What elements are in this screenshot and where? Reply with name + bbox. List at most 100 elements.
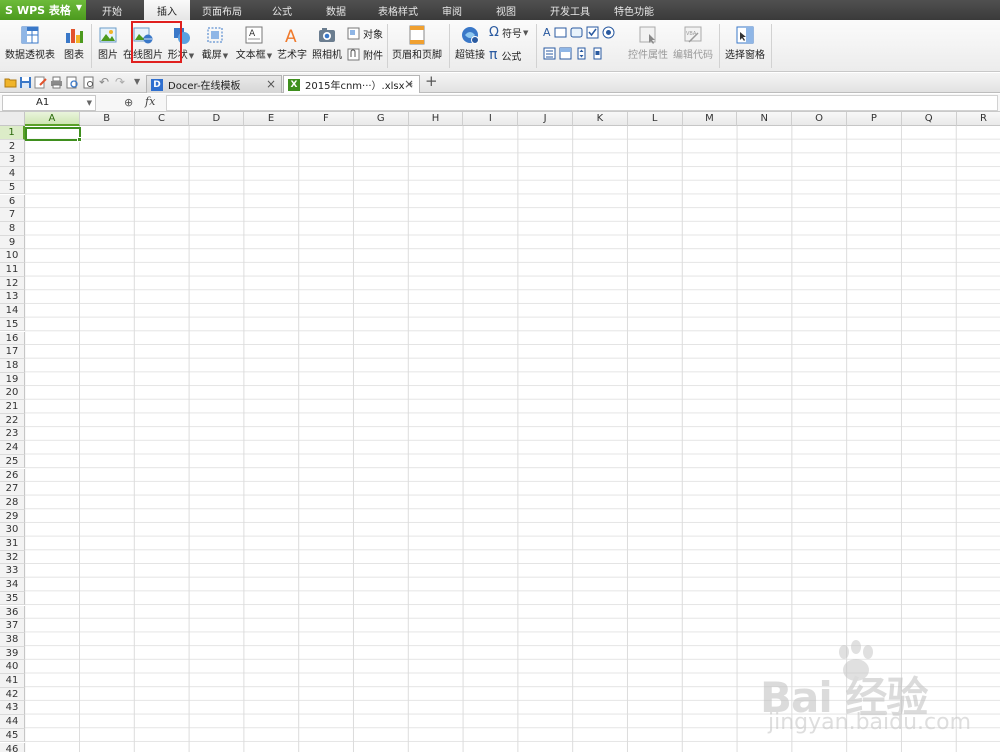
row-header[interactable]: 34 bbox=[0, 578, 25, 592]
row-header[interactable]: 45 bbox=[0, 728, 25, 743]
row-header[interactable]: 46 bbox=[0, 742, 25, 752]
edit-code-button[interactable]: VBA 编辑代码 bbox=[673, 20, 713, 61]
header-footer-button[interactable]: 页眉和页脚 bbox=[392, 20, 442, 61]
doc-tab-workbook[interactable]: X 2015年cnm···）.xlsx * × bbox=[283, 75, 420, 93]
row-header[interactable]: 36 bbox=[0, 605, 25, 620]
row-header[interactable]: 23 bbox=[0, 427, 25, 442]
column-header[interactable]: N bbox=[737, 112, 793, 126]
row-header[interactable]: 21 bbox=[0, 400, 25, 414]
row-header[interactable]: 25 bbox=[0, 454, 25, 469]
tab-page-layout[interactable]: 页面布局 bbox=[192, 0, 252, 20]
active-cell[interactable] bbox=[25, 127, 82, 142]
row-header[interactable]: 8 bbox=[0, 221, 25, 236]
row-header[interactable]: 4 bbox=[0, 167, 25, 181]
doc-tab-docer[interactable]: D Docer-在线模板 × bbox=[146, 75, 282, 93]
column-header[interactable]: I bbox=[463, 112, 519, 126]
print-icon[interactable] bbox=[50, 76, 63, 89]
zoom-icon[interactable]: ⊕ bbox=[124, 96, 133, 109]
tab-data[interactable]: 数据 bbox=[316, 0, 356, 20]
column-header[interactable]: B bbox=[79, 112, 135, 126]
close-tab-icon[interactable]: × bbox=[404, 77, 414, 91]
camera-button[interactable]: 照相机 bbox=[312, 20, 342, 61]
column-header[interactable]: H bbox=[408, 112, 464, 126]
pdf-export-icon[interactable] bbox=[82, 76, 95, 89]
tab-developer[interactable]: 开发工具 bbox=[540, 0, 600, 20]
attachment-button[interactable]: 附件 bbox=[347, 47, 383, 62]
tab-insert[interactable]: 插入 bbox=[144, 0, 190, 20]
textbox-button[interactable]: A 文本框▼ bbox=[234, 20, 274, 61]
row-header[interactable]: 44 bbox=[0, 715, 25, 729]
redo-icon[interactable]: ↷ bbox=[115, 76, 128, 89]
row-header[interactable]: 13 bbox=[0, 290, 25, 305]
row-header[interactable]: 40 bbox=[0, 660, 25, 674]
column-header[interactable]: L bbox=[627, 112, 683, 126]
formula-input[interactable] bbox=[166, 95, 998, 111]
function-icon[interactable]: fx bbox=[145, 95, 155, 108]
scrollbar-control-icon[interactable] bbox=[591, 47, 604, 60]
print-preview-icon[interactable] bbox=[66, 76, 79, 89]
row-header[interactable]: 27 bbox=[0, 482, 25, 496]
row-header[interactable]: 16 bbox=[0, 331, 25, 346]
row-header[interactable]: 5 bbox=[0, 180, 25, 195]
row-header[interactable]: 18 bbox=[0, 358, 25, 373]
chevron-down-icon[interactable]: ▼ bbox=[87, 96, 92, 110]
name-box[interactable]: A1 ▼ bbox=[2, 95, 96, 111]
tab-view[interactable]: 视图 bbox=[486, 0, 526, 20]
row-header[interactable]: 30 bbox=[0, 523, 25, 537]
column-header[interactable]: K bbox=[573, 112, 628, 126]
label-control-icon[interactable]: A bbox=[543, 26, 551, 39]
column-header[interactable]: P bbox=[847, 112, 902, 126]
row-header[interactable]: 19 bbox=[0, 372, 25, 387]
object-button[interactable]: 对象 bbox=[347, 26, 383, 41]
column-header[interactable]: F bbox=[299, 112, 354, 126]
row-header[interactable]: 14 bbox=[0, 304, 25, 318]
column-header[interactable]: E bbox=[244, 112, 299, 126]
save-icon[interactable] bbox=[19, 76, 32, 89]
row-header[interactable]: 1 bbox=[0, 126, 25, 140]
picture-button[interactable]: 图片 bbox=[96, 20, 120, 61]
undo-icon[interactable]: ↶ bbox=[99, 76, 112, 89]
column-header[interactable]: C bbox=[134, 112, 190, 126]
checkbox-control-icon[interactable] bbox=[586, 26, 599, 39]
row-header[interactable]: 28 bbox=[0, 495, 25, 510]
row-header[interactable]: 22 bbox=[0, 413, 25, 428]
listbox-control-icon[interactable] bbox=[543, 47, 556, 60]
row-header[interactable]: 9 bbox=[0, 235, 25, 250]
tab-home[interactable]: 开始 bbox=[90, 0, 134, 20]
row-header[interactable]: 10 bbox=[0, 249, 25, 263]
formula-button[interactable]: π 公式 bbox=[489, 47, 521, 63]
new-tab-button[interactable]: + bbox=[425, 74, 438, 89]
row-header[interactable]: 26 bbox=[0, 468, 25, 483]
row-header[interactable]: 43 bbox=[0, 701, 25, 716]
control-properties-button[interactable]: 控件属性 bbox=[628, 20, 668, 61]
column-header[interactable]: G bbox=[353, 112, 409, 126]
row-header[interactable]: 29 bbox=[0, 509, 25, 524]
select-all-corner[interactable] bbox=[0, 112, 25, 126]
row-header[interactable]: 6 bbox=[0, 194, 25, 209]
row-header[interactable]: 35 bbox=[0, 591, 25, 606]
column-header[interactable]: O bbox=[792, 112, 847, 126]
row-header[interactable]: 17 bbox=[0, 345, 25, 359]
row-header[interactable]: 32 bbox=[0, 550, 25, 565]
tab-table-style[interactable]: 表格样式 bbox=[368, 0, 428, 20]
row-header[interactable]: 38 bbox=[0, 632, 25, 647]
row-header[interactable]: 3 bbox=[0, 153, 25, 168]
hyperlink-button[interactable]: 超链接 bbox=[454, 20, 486, 61]
open-folder-icon[interactable] bbox=[4, 76, 17, 89]
screenshot-button[interactable]: 截屏▼ bbox=[200, 20, 230, 61]
column-header[interactable]: M bbox=[682, 112, 738, 126]
column-header[interactable]: D bbox=[189, 112, 245, 126]
save-as-icon[interactable] bbox=[34, 76, 47, 89]
row-header[interactable]: 31 bbox=[0, 537, 25, 551]
column-header[interactable]: R bbox=[956, 112, 1000, 126]
fill-handle[interactable] bbox=[77, 137, 82, 142]
row-header[interactable]: 37 bbox=[0, 619, 25, 633]
groupbox-control-icon[interactable] bbox=[554, 26, 567, 39]
wordart-button[interactable]: A 艺术字 bbox=[276, 20, 308, 61]
selection-pane-button[interactable]: 选择窗格 bbox=[724, 20, 766, 61]
tab-formulas[interactable]: 公式 bbox=[262, 0, 302, 20]
row-header[interactable]: 11 bbox=[0, 263, 25, 277]
row-header[interactable]: 39 bbox=[0, 646, 25, 661]
radio-control-icon[interactable] bbox=[602, 26, 615, 39]
close-tab-icon[interactable]: × bbox=[266, 77, 276, 91]
